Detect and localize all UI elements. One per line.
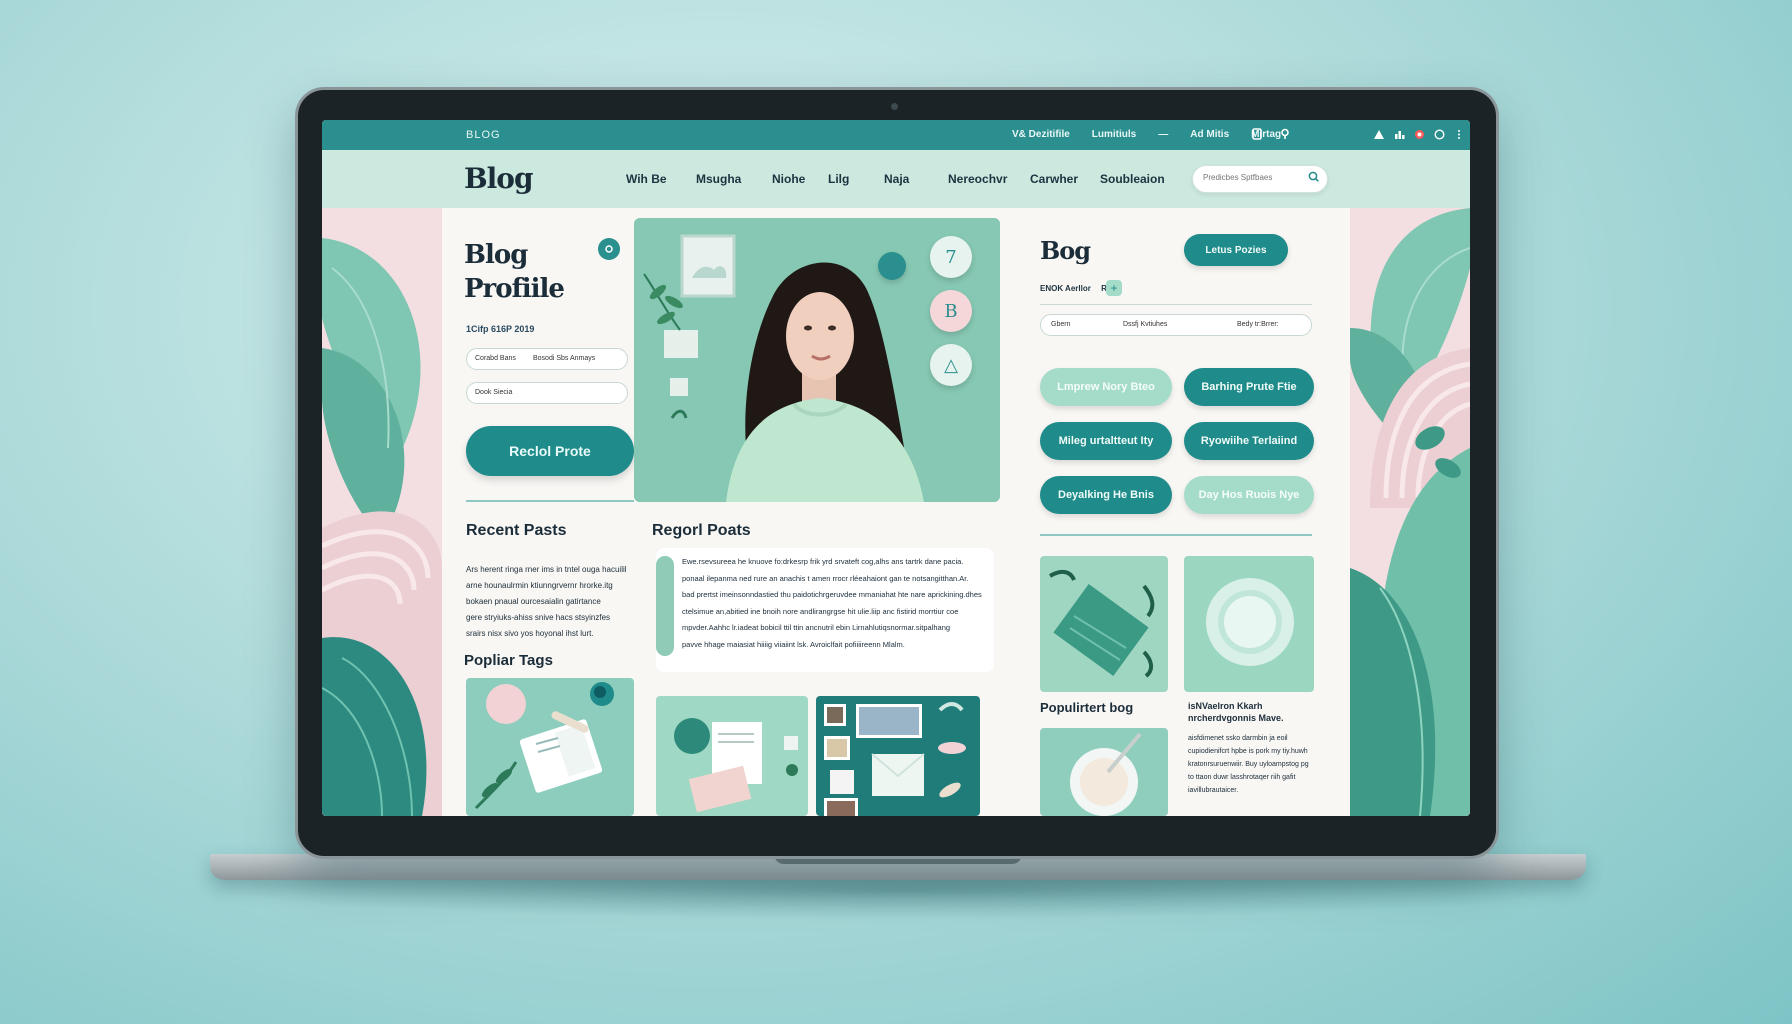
bookmark-icon[interactable] bbox=[1250, 127, 1264, 141]
article-preview[interactable]: isNVaelron Kkarh nrcherdvgonnis Mave. ai… bbox=[1188, 700, 1312, 797]
post-image-stationery[interactable] bbox=[656, 696, 808, 816]
top-link-1[interactable]: V& Dezitifile bbox=[1012, 129, 1070, 140]
recent-post-line[interactable]: srairs nisx sivo yos hoyonal ihst lurt. bbox=[466, 626, 632, 642]
tile-coffee-image[interactable] bbox=[1040, 728, 1168, 816]
top-links: V& Dezitifile Lumitiuls — Ad Mitis Mirta… bbox=[1012, 129, 1281, 140]
category-pill-6[interactable]: Day Hos Ruois Nye bbox=[1184, 476, 1314, 514]
nav-item-3[interactable]: Niohe bbox=[772, 172, 805, 186]
category-pill-3[interactable]: Mileg urtaltteut Ity bbox=[1040, 422, 1172, 460]
browser-screen: BLOG V& Dezitifile Lumitiuls — Ad Mitis … bbox=[322, 120, 1470, 816]
nav-item-1[interactable]: Wih Be bbox=[626, 172, 667, 186]
bog-meta-label: ENOK Aerllor bbox=[1040, 284, 1091, 293]
regular-posts-heading: Regorl Poats bbox=[652, 522, 751, 539]
divider bbox=[466, 500, 634, 502]
recent-post-line[interactable]: Ars herent ringa rner ims in tntel ouga … bbox=[466, 562, 632, 578]
profile-title-line2: Profiile bbox=[464, 274, 565, 304]
popular-tags-heading: Popliar Tags bbox=[464, 652, 553, 669]
post-line: pavve hhage maiasiat hiiiig viiaiint lsk… bbox=[682, 639, 905, 649]
divider bbox=[1040, 534, 1312, 536]
nav-item-2[interactable]: Msugha bbox=[696, 172, 741, 186]
profile-title-line1: Blog bbox=[464, 240, 528, 270]
post-image-moodboard[interactable] bbox=[816, 696, 980, 816]
category-pill-5[interactable]: Deyalking He Bnis bbox=[1040, 476, 1172, 514]
nav-item-6[interactable]: Nereochvr bbox=[948, 172, 1007, 186]
posts-accent-bar bbox=[656, 556, 674, 656]
top-brand[interactable]: BLOG bbox=[466, 129, 501, 141]
post-line: ponaal ilepanma ned rure an anachis t am… bbox=[682, 573, 969, 583]
laptop-bezel: BLOG V& Dezitifile Lumitiuls — Ad Mitis … bbox=[298, 90, 1496, 856]
right-leaf-decoration bbox=[1350, 208, 1470, 816]
profile-field-2[interactable]: Dook Siecia bbox=[466, 382, 628, 404]
circle-icon[interactable] bbox=[1432, 127, 1446, 141]
webcam bbox=[891, 103, 898, 110]
nav-item-4[interactable]: Lilg bbox=[828, 172, 849, 186]
bog-title: Bog bbox=[1040, 236, 1091, 265]
bog-field-c: Bedy tr:Brrer: bbox=[1237, 321, 1279, 328]
site-logo[interactable]: Blog bbox=[464, 162, 534, 195]
recent-posts-list: Ars herent ringa rner ims in tntel ouga … bbox=[466, 562, 632, 642]
left-leaf-decoration bbox=[322, 208, 442, 816]
top-status-icons bbox=[1372, 127, 1466, 141]
top-icons bbox=[1250, 127, 1292, 141]
bog-field-b: Dssfj Kvtiuhes bbox=[1123, 321, 1168, 328]
recent-post-line[interactable]: arne hounaulrmin ktiunngrvernr hrorke.it… bbox=[466, 578, 632, 594]
search-input[interactable] bbox=[1203, 173, 1303, 182]
top-link-2[interactable]: Lumitiuls bbox=[1092, 129, 1136, 140]
menu-dots-icon[interactable] bbox=[1452, 127, 1466, 141]
hero-badge-b[interactable]: B bbox=[930, 290, 972, 332]
stats-icon[interactable] bbox=[1392, 127, 1406, 141]
hero-badge-7[interactable]: 7 bbox=[930, 236, 972, 278]
search-icon[interactable] bbox=[1308, 171, 1319, 185]
profile-date: 1Cifp 616P 2019 bbox=[466, 324, 535, 334]
nav-item-5[interactable]: Naja bbox=[884, 172, 909, 186]
top-bar: BLOG V& Dezitifile Lumitiuls — Ad Mitis … bbox=[322, 120, 1470, 150]
top-link-separator: — bbox=[1158, 129, 1169, 140]
recent-post-line[interactable]: gere stryiuks-ahiss snive hacs stsyinzfe… bbox=[466, 610, 632, 626]
hero-dot-icon[interactable] bbox=[878, 252, 906, 280]
category-pill-2[interactable]: Barhing Prute Ftie bbox=[1184, 368, 1314, 406]
location-pin-icon[interactable] bbox=[1278, 127, 1292, 141]
bog-field-a: Gbern bbox=[1051, 321, 1071, 328]
profile-title: Blog Profiile bbox=[464, 238, 565, 306]
category-pill-1[interactable]: Lmprew Nory Bteo bbox=[1040, 368, 1172, 406]
posts-text: Ewe.rsevsureea he knuove fo:drkesrp frik… bbox=[682, 554, 990, 653]
nav-item-7[interactable]: Carwher bbox=[1030, 172, 1078, 186]
hero-portrait: 7 B △ bbox=[634, 218, 1000, 502]
record-icon[interactable] bbox=[1412, 127, 1426, 141]
alert-icon[interactable] bbox=[1372, 127, 1386, 141]
profile-field-1[interactable]: Corabd Bans Bosodi Sbs Anmays bbox=[466, 348, 628, 370]
bog-filter-field[interactable]: Gbern Dssfj Kvtiuhes Bedy tr:Brrer: bbox=[1040, 314, 1312, 336]
profile-column: Blog Profiile 1Cifp 616P 2019 Corabd Ban… bbox=[442, 208, 634, 816]
profile-edit-icon[interactable] bbox=[598, 238, 620, 260]
site-header: Blog Wih Be Msugha Niohe Lilg Naja Nereo… bbox=[322, 150, 1470, 208]
profile-cta-button[interactable]: Reclol Prote bbox=[466, 426, 634, 476]
nav-item-8[interactable]: Soubleaion bbox=[1100, 172, 1165, 186]
hero-badge-triangle[interactable]: △ bbox=[930, 344, 972, 386]
post-line: mpvder.Aahhc lr.iadeat bobicil ttil ttin… bbox=[682, 623, 951, 632]
search-box[interactable] bbox=[1192, 165, 1328, 193]
popular-blog-heading: Populirtert bog bbox=[1040, 700, 1134, 715]
article-title[interactable]: isNVaelron Kkarh nrcherdvgonnis Mave. bbox=[1188, 700, 1312, 724]
profile-field-2-label: Dook Siecia bbox=[475, 389, 513, 396]
post-line: bad prertst imeinsonndastied thu paidoti… bbox=[682, 590, 982, 599]
right-column: Bog Letus Pozies ENOK Aerllor R + Gbern … bbox=[1016, 208, 1350, 816]
popular-tags-image[interactable] bbox=[466, 678, 634, 816]
center-column: 7 B △ Regorl Poats Ewe.rsevsureea he knu… bbox=[634, 208, 1016, 816]
latest-posts-button[interactable]: Letus Pozies bbox=[1184, 234, 1288, 266]
tile-plate-image[interactable] bbox=[1184, 556, 1314, 692]
tile-fabric-image[interactable] bbox=[1040, 556, 1168, 692]
profile-field-1-label: Corabd Bans bbox=[475, 355, 516, 362]
add-icon[interactable]: + bbox=[1106, 280, 1122, 296]
recent-post-line[interactable]: bokaen pnaual ourcesaialin gatirtance bbox=[466, 594, 632, 610]
top-link-3[interactable]: Ad Mitis bbox=[1190, 129, 1229, 140]
laptop-base bbox=[210, 854, 1586, 880]
divider bbox=[1040, 304, 1312, 305]
recent-posts-heading: Recent Pasts bbox=[466, 522, 567, 539]
post-line: ctelsimue an,abitied ine bnoih nore andl… bbox=[682, 606, 959, 616]
bog-meta: ENOK Aerllor R bbox=[1040, 284, 1107, 293]
post-line: Ewe.rsevsureea he knuove fo:drkesrp frik… bbox=[682, 557, 964, 566]
article-body: aisfdimenet ssko darmbin ja eoil cupiodi… bbox=[1188, 735, 1309, 794]
profile-field-1-value: Bosodi Sbs Anmays bbox=[533, 355, 596, 362]
category-pill-4[interactable]: Ryowiihe Terlaiind bbox=[1184, 422, 1314, 460]
